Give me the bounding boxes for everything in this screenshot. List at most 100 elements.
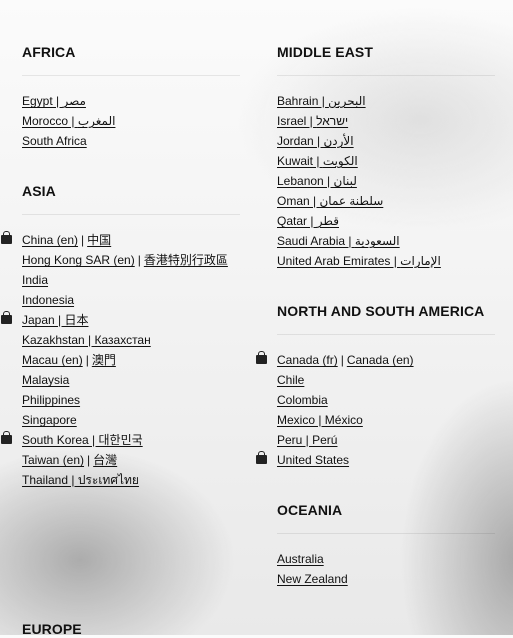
- divider: [22, 75, 240, 76]
- separator: |: [81, 233, 85, 247]
- list-item: United States: [256, 450, 495, 470]
- country-link[interactable]: South Korea | 대한민국: [22, 433, 143, 447]
- list-item: Jordan | الأردن: [277, 131, 495, 151]
- list-item: South Africa: [22, 131, 240, 151]
- shopping-bag-icon: [1, 231, 12, 244]
- country-link[interactable]: Malaysia: [22, 373, 69, 387]
- region-title: ASIA: [22, 183, 56, 199]
- country-link[interactable]: Qatar | قطر: [277, 214, 339, 228]
- country-link[interactable]: 中国: [87, 233, 111, 247]
- region-europe: EUROPE: [22, 620, 240, 638]
- region-title: NORTH AND SOUTH AMERICA: [277, 303, 485, 319]
- separator: |: [85, 353, 89, 367]
- country-link[interactable]: Peru | Perú: [277, 433, 337, 447]
- list-item: New Zealand: [277, 569, 495, 589]
- list-item: China (en) | 中国: [1, 230, 240, 250]
- list-item: Qatar | قطر: [277, 211, 495, 231]
- list-item: Saudi Arabia | السعودية: [277, 231, 495, 251]
- country-list: Bahrain | البحرين Israel | ישראל Jordan | …: [277, 91, 495, 271]
- country-link[interactable]: Egypt | مصر: [22, 94, 86, 108]
- region-title: EUROPE: [22, 621, 82, 637]
- country-link[interactable]: 台灣: [93, 453, 117, 467]
- list-item: India: [22, 270, 240, 290]
- country-link[interactable]: China (en): [22, 233, 78, 247]
- list-item: Colombia: [277, 390, 495, 410]
- country-link[interactable]: Saudi Arabia | السعودية: [277, 234, 400, 248]
- country-link[interactable]: New Zealand: [277, 572, 348, 586]
- country-link[interactable]: Macau (en): [22, 353, 83, 367]
- separator: |: [137, 253, 141, 267]
- list-item: Egypt | مصر: [22, 91, 240, 111]
- region-africa: AFRICA Egypt | مصر Morocco | المغرب South A…: [22, 43, 240, 151]
- list-item: Peru | Perú: [277, 430, 495, 450]
- region-title: OCEANIA: [277, 502, 343, 518]
- country-link[interactable]: Morocco | المغرب: [22, 114, 115, 128]
- list-item: Thailand | ประเทศไทย: [22, 470, 240, 490]
- country-link[interactable]: India: [22, 273, 48, 287]
- country-link[interactable]: Philippines: [22, 393, 80, 407]
- country-link[interactable]: Canada (fr): [277, 353, 338, 367]
- country-link[interactable]: Bahrain | البحرين: [277, 94, 366, 108]
- country-link[interactable]: Kuwait | الكويت: [277, 154, 358, 168]
- list-item: Kuwait | الكويت: [277, 151, 495, 171]
- country-link[interactable]: Mexico | México: [277, 413, 363, 427]
- country-link[interactable]: United Arab Emirates | الإمارات: [277, 254, 441, 268]
- country-link[interactable]: Thailand | ประเทศไทย: [22, 473, 139, 487]
- shopping-bag-icon: [1, 311, 12, 324]
- list-item: Australia: [277, 549, 495, 569]
- region-asia: ASIA China (en) | 中国 Hong Kong SAR (en) | 香港特別…: [1, 182, 240, 490]
- country-link[interactable]: Canada (en): [347, 353, 414, 367]
- country-link[interactable]: Jordan | الأردن: [277, 134, 354, 148]
- country-list: Egypt | مصر Morocco | المغرب South Africa: [22, 91, 240, 151]
- country-link[interactable]: Colombia: [277, 393, 328, 407]
- country-link[interactable]: Australia: [277, 552, 324, 566]
- country-list: Australia New Zealand: [277, 549, 495, 589]
- country-list: China (en) | 中国 Hong Kong SAR (en) | 香港特別行政區 I…: [1, 230, 240, 490]
- divider: [277, 334, 495, 335]
- list-item: Philippines: [22, 390, 240, 410]
- separator: |: [87, 453, 91, 467]
- list-item: Bahrain | البحرين: [277, 91, 495, 111]
- country-link[interactable]: United States: [277, 453, 349, 467]
- region-title: MIDDLE EAST: [277, 44, 373, 60]
- divider: [22, 214, 240, 215]
- list-item: Morocco | المغرب: [22, 111, 240, 131]
- list-item: Hong Kong SAR (en) | 香港特別行政區: [22, 250, 240, 270]
- country-link[interactable]: Singapore: [22, 413, 77, 427]
- shopping-bag-icon: [256, 351, 267, 364]
- country-link[interactable]: Chile: [277, 373, 304, 387]
- country-link[interactable]: Japan | 日本: [22, 313, 88, 327]
- region-middle-east: MIDDLE EAST Bahrain | البحرين Israel | ישר…: [277, 43, 495, 271]
- country-link[interactable]: 香港特別行政區: [144, 253, 228, 267]
- shopping-bag-icon: [1, 431, 12, 444]
- country-link[interactable]: Israel | ישראל: [277, 114, 348, 128]
- region-north-and-south-america: NORTH AND SOUTH AMERICA Canada (fr) | Canad…: [256, 302, 495, 470]
- region-oceania: OCEANIA Australia New Zealand: [277, 501, 495, 589]
- list-item: Macau (en) | 澳門: [22, 350, 240, 370]
- list-item: South Korea | 대한민국: [1, 430, 240, 450]
- country-link[interactable]: Lebanon | لبنان: [277, 174, 357, 188]
- country-link[interactable]: Taiwan (en): [22, 453, 84, 467]
- list-item: Israel | ישראל: [277, 111, 495, 131]
- country-link[interactable]: Kazakhstan | Казахстан: [22, 333, 151, 347]
- country-link[interactable]: Hong Kong SAR (en): [22, 253, 135, 267]
- list-item: Mexico | México: [277, 410, 495, 430]
- country-link[interactable]: Oman | سلطنة عمان: [277, 194, 383, 208]
- list-item: Canada (fr) | Canada (en): [256, 350, 495, 370]
- region-title: AFRICA: [22, 44, 76, 60]
- country-link[interactable]: South Africa: [22, 134, 87, 148]
- shopping-bag-icon: [256, 451, 267, 464]
- list-item: Lebanon | لبنان: [277, 171, 495, 191]
- list-item: Japan | 日本: [1, 310, 240, 330]
- divider: [277, 533, 495, 534]
- country-link[interactable]: Indonesia: [22, 293, 74, 307]
- list-item: Malaysia: [22, 370, 240, 390]
- divider: [277, 75, 495, 76]
- list-item: Oman | سلطنة عمان: [277, 191, 495, 211]
- country-list: Canada (fr) | Canada (en) Chile Colombia Mexi…: [256, 350, 495, 470]
- country-link[interactable]: 澳門: [92, 353, 116, 367]
- list-item: Indonesia: [22, 290, 240, 310]
- list-item: Taiwan (en) | 台灣: [22, 450, 240, 470]
- list-item: Kazakhstan | Казахстан: [22, 330, 240, 350]
- separator: |: [340, 353, 344, 367]
